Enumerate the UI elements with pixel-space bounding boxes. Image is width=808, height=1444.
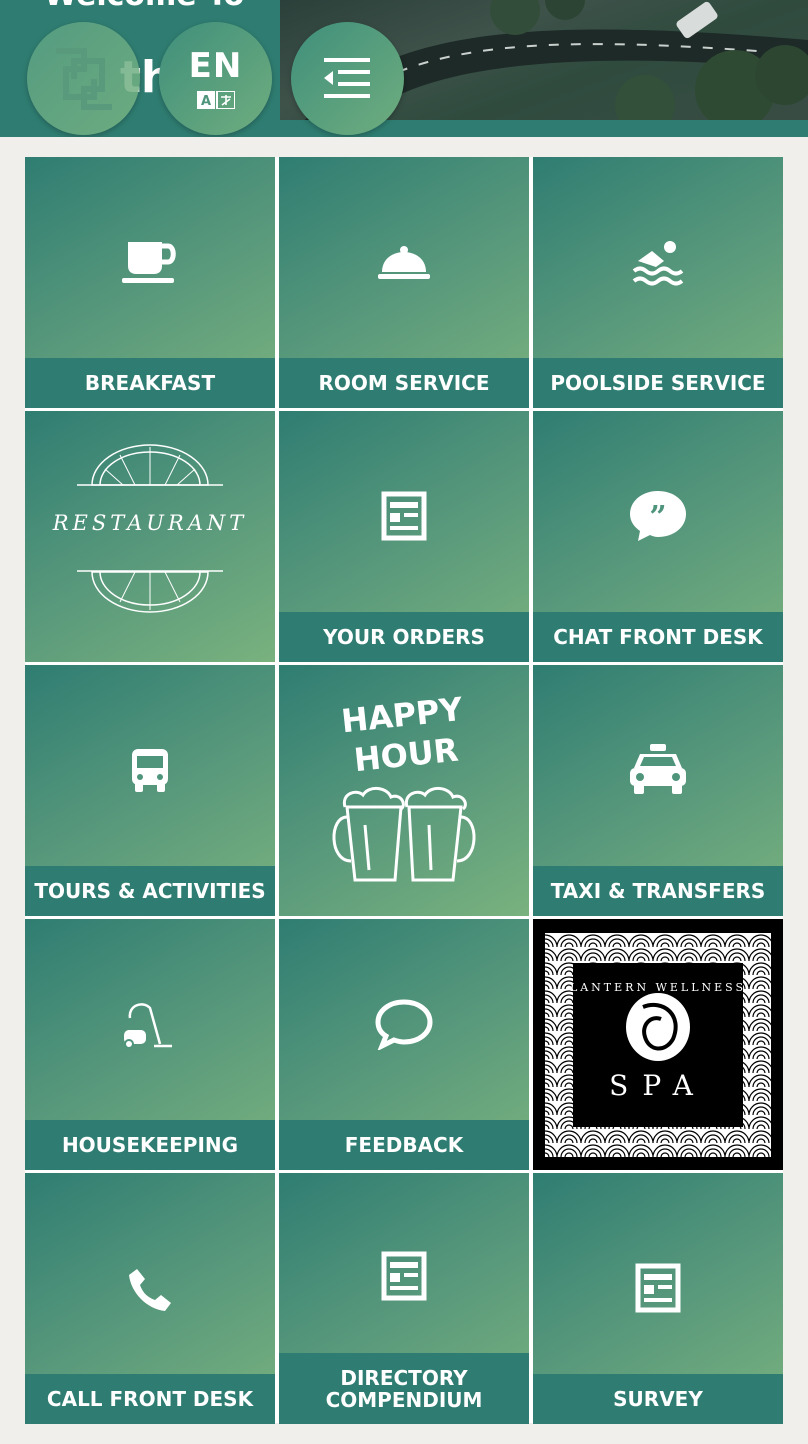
app-header: Welcome To th EN A <box>0 0 808 137</box>
services-grid: BREAKFAST ROOM SERVICE POOLSIDE SERVICE … <box>25 157 783 1424</box>
tile-your-orders[interactable]: YOUR ORDERS <box>279 411 529 662</box>
tile-label: DIRECTORY COMPENDIUM <box>325 1365 483 1412</box>
tile-survey[interactable]: SURVEY <box>533 1173 783 1424</box>
logo-icon <box>55 47 112 110</box>
swimmer-icon <box>632 241 684 286</box>
tile-call-front-desk[interactable]: CALL FRONT DESK <box>25 1173 275 1424</box>
taxi-icon <box>630 744 686 794</box>
menu-collapse-icon <box>323 57 370 98</box>
tile-room-service[interactable]: ROOM SERVICE <box>279 157 529 408</box>
tile-tours-activities[interactable]: TOURS & ACTIVITIES <box>25 665 275 916</box>
tile-label: FEEDBACK <box>344 1133 464 1157</box>
language-code: EN <box>188 45 243 86</box>
translate-icon: A <box>196 90 235 109</box>
tile-directory-compendium[interactable]: DIRECTORY COMPENDIUM <box>279 1173 529 1424</box>
newspaper-icon <box>381 491 427 541</box>
quote-bubble-icon: ” <box>630 491 686 541</box>
svg-text:A: A <box>200 94 210 109</box>
tile-label: TAXI & TRANSFERS <box>550 879 766 903</box>
tile-label: TOURS & ACTIVITIES <box>34 879 266 903</box>
tile-label: YOUR ORDERS <box>323 625 485 649</box>
bus-icon <box>132 749 168 792</box>
tile-taxi-transfers[interactable]: TAXI & TRANSFERS <box>533 665 783 916</box>
spa-title: SPA <box>609 1069 707 1102</box>
tile-breakfast[interactable]: BREAKFAST <box>25 157 275 408</box>
tile-happy-hour[interactable]: HAPPY HOUR <box>279 665 529 916</box>
spa-brand: LANTERN WELLNESS <box>569 981 747 994</box>
vacuum-cleaner-icon <box>124 1003 172 1049</box>
tile-housekeeping[interactable]: HOUSEKEEPING <box>25 919 275 1170</box>
menu-button[interactable] <box>291 22 404 135</box>
welcome-title: Welcome To <box>44 0 244 13</box>
hotel-logo[interactable] <box>27 22 140 135</box>
tile-label: POOLSIDE SERVICE <box>550 371 766 395</box>
speech-bubble-icon <box>375 999 433 1050</box>
tile-label: CALL FRONT DESK <box>46 1387 254 1411</box>
restaurant-title: RESTAURANT <box>52 511 248 535</box>
tile-feedback[interactable]: FEEDBACK <box>279 919 529 1170</box>
tile-label: SURVEY <box>613 1387 703 1411</box>
cloche-icon <box>378 246 430 279</box>
language-button[interactable]: EN A <box>159 22 272 135</box>
tile-label: CHAT FRONT DESK <box>553 625 763 649</box>
tile-chat-front-desk[interactable]: ” CHAT FRONT DESK <box>533 411 783 662</box>
coffee-cup-icon <box>122 242 176 283</box>
tile-restaurant[interactable]: RESTAURANT <box>25 411 275 662</box>
tile-label: HOUSEKEEPING <box>61 1133 239 1157</box>
newspaper-icon <box>635 1263 681 1313</box>
svg-text:”: ” <box>649 500 666 535</box>
restaurant-emblem <box>77 444 223 613</box>
beer-mugs-icon <box>332 787 476 882</box>
newspaper-icon <box>381 1251 427 1301</box>
phone-icon <box>129 1269 171 1311</box>
spa-logo <box>545 933 771 1157</box>
tile-label: BREAKFAST <box>84 371 216 395</box>
tile-label: ROOM SERVICE <box>318 371 490 395</box>
tile-poolside-service[interactable]: POOLSIDE SERVICE <box>533 157 783 408</box>
tile-spa[interactable]: LANTERN WELLNESS SPA <box>533 919 783 1170</box>
